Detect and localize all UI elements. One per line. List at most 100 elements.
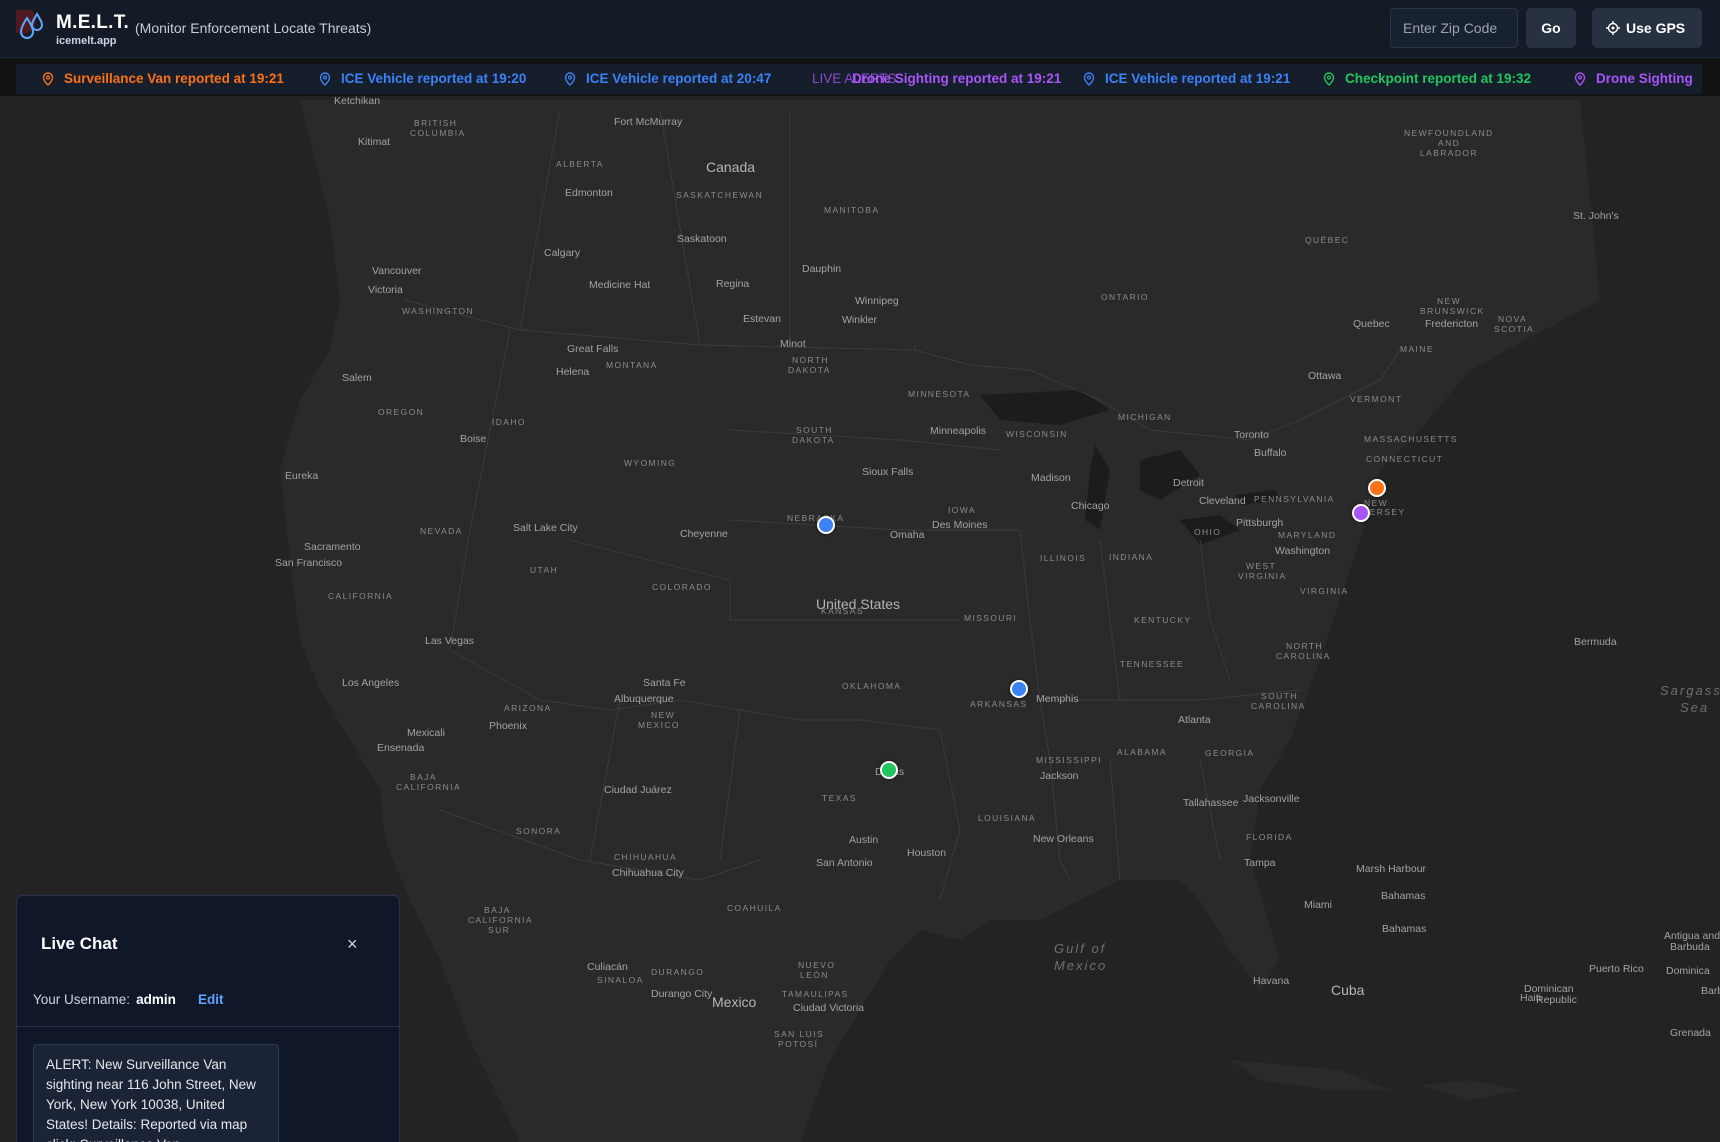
map-label: Toronto <box>1234 429 1270 441</box>
map-label: Estevan <box>743 313 781 325</box>
map-label: Gulf of <box>1054 941 1107 956</box>
map-label: VIRGINIA <box>1300 586 1349 596</box>
map-label: WYOMING <box>624 458 677 468</box>
map-label: Bermuda <box>1574 636 1617 648</box>
map-label: New Orleans <box>1033 833 1094 845</box>
ticker-item[interactable]: Drone Sighting <box>1574 71 1693 86</box>
map-label: Jacksonville <box>1243 793 1300 805</box>
map-label: Atlanta <box>1178 714 1211 726</box>
map-label: Helena <box>556 366 590 378</box>
map-label: Winkler <box>842 314 878 326</box>
map-label: Sargass <box>1660 683 1720 698</box>
ticker-item-text: ICE Vehicle reported at 20:47 <box>586 71 772 86</box>
ticker-item[interactable]: ICE Vehicle reported at 19:21 <box>1083 71 1290 86</box>
ticker-item[interactable]: ICE Vehicle reported at 20:47 <box>564 71 771 86</box>
map-label: MEXICO <box>638 720 680 730</box>
ticker-item[interactable]: Checkpoint reported at 19:32 <box>1323 71 1531 86</box>
map-label: CALIFORNIA <box>468 915 534 925</box>
map-label: Mexicali <box>407 727 445 739</box>
use-gps-button[interactable]: Use GPS <box>1592 8 1702 48</box>
map-label: NEWFOUNDLAND <box>1404 128 1494 138</box>
map-label: CALIFORNIA <box>396 782 462 792</box>
map-label: Minneapolis <box>930 425 987 437</box>
map-label: CONNECTICUT <box>1366 454 1444 464</box>
ticker-item[interactable]: ICE Vehicle reported at 19:20 <box>319 71 526 86</box>
chat-message: ALERT: New Surveillance Van sighting nea… <box>33 1044 279 1142</box>
go-button[interactable]: Go <box>1526 8 1576 48</box>
zip-code-input[interactable] <box>1390 8 1518 48</box>
map-label: Saskatoon <box>677 233 727 245</box>
edit-username-button[interactable]: Edit <box>198 992 224 1007</box>
map-label: Havana <box>1253 975 1290 987</box>
map-label: Barb <box>1701 985 1720 997</box>
use-gps-label: Use GPS <box>1626 20 1686 36</box>
map-label: CHIHUAHUA <box>614 852 678 862</box>
map-label: VERMONT <box>1350 394 1403 404</box>
map-pin-icon <box>319 71 331 86</box>
map-label: Chicago <box>1071 500 1110 512</box>
map-label: Grenada <box>1670 1027 1711 1039</box>
map-label: AND <box>1438 138 1461 148</box>
map-label: Sioux Falls <box>862 466 914 478</box>
ticker-item[interactable]: Surveillance Van reported at 19:21 <box>42 71 284 86</box>
map-label: WISCONSIN <box>1006 429 1068 439</box>
map-label: Detroit <box>1173 477 1204 489</box>
map-label: QUÉBEC <box>1305 235 1350 245</box>
map-label: Minot <box>780 338 806 350</box>
map-label: LOUISIANA <box>978 813 1036 823</box>
ice-vehicle-marker[interactable] <box>1010 680 1028 698</box>
map-label: MICHIGAN <box>1118 412 1172 422</box>
map-label: CAROLINA <box>1251 701 1306 711</box>
username-label: Your Username: <box>33 992 131 1007</box>
map-label: KANSAS <box>821 606 864 616</box>
map-label: Winnipeg <box>855 295 899 307</box>
map-label: POTOSÍ <box>778 1039 819 1049</box>
ticker-item-text: ICE Vehicle reported at 19:20 <box>341 71 527 86</box>
map-label: Omaha <box>890 529 925 541</box>
map-label: COLUMBIA <box>410 128 466 138</box>
ticker-item[interactable]: Drone Sighting reported at 19:21 <box>830 71 1061 86</box>
map-label: GEORGIA <box>1205 748 1255 758</box>
map-label: Bahamas <box>1382 923 1427 935</box>
map-label: Fredericton <box>1425 318 1479 330</box>
map-label: NEBRASKA <box>787 513 845 523</box>
top-bar: M.E.L.T. icemelt.app (Monitor Enforcemen… <box>0 0 1720 58</box>
map-label: Victoria <box>368 284 403 296</box>
map-label: MAINE <box>1400 344 1434 354</box>
map-label: Las Vegas <box>425 635 475 647</box>
map-label: Mexico <box>712 994 757 1010</box>
checkpoint-marker[interactable] <box>880 761 898 779</box>
map-label: NORTH <box>792 355 830 365</box>
crosshair-icon <box>1606 21 1620 35</box>
map-label: Austin <box>849 834 879 846</box>
map-label: MANITOBA <box>824 205 880 215</box>
map-label: St. John's <box>1573 210 1619 222</box>
map-label: Santa Fe <box>643 677 686 689</box>
map-label: INDIANA <box>1109 552 1154 562</box>
map-label: Eureka <box>285 470 319 482</box>
drone-sighting-marker[interactable] <box>1352 504 1370 522</box>
map-label: Republic <box>1536 994 1577 1006</box>
map-label: SCOTIA <box>1494 324 1535 334</box>
ticker-item-text: ICE Vehicle reported at 19:21 <box>1105 71 1291 86</box>
map-label: MINNESOTA <box>908 389 971 399</box>
surveillance-van-marker[interactable] <box>1368 479 1386 497</box>
map-label: BAJA <box>410 772 437 782</box>
app-page: M.E.L.T. icemelt.app (Monitor Enforcemen… <box>0 0 1720 1142</box>
map-label: Cheyenne <box>680 528 728 540</box>
map-label: SASKATCHEWAN <box>676 190 764 200</box>
map-label: LEÓN <box>800 970 829 980</box>
map-label: BAJA <box>484 905 511 915</box>
username-value: admin <box>136 992 176 1007</box>
ice-vehicle-marker[interactable] <box>817 516 835 534</box>
map-label: Salt Lake City <box>513 522 578 534</box>
map-label: TENNESSEE <box>1120 659 1185 669</box>
map-label: San Francisco <box>275 557 343 569</box>
close-icon[interactable]: × <box>347 934 358 955</box>
map-label: Salem <box>342 372 372 384</box>
map-label: SONORA <box>516 826 562 836</box>
map-label: WEST <box>1246 561 1277 571</box>
map-label: MISSISSIPPI <box>1036 755 1102 765</box>
map-label: Great Falls <box>567 343 619 355</box>
map-label: San Antonio <box>816 857 873 869</box>
